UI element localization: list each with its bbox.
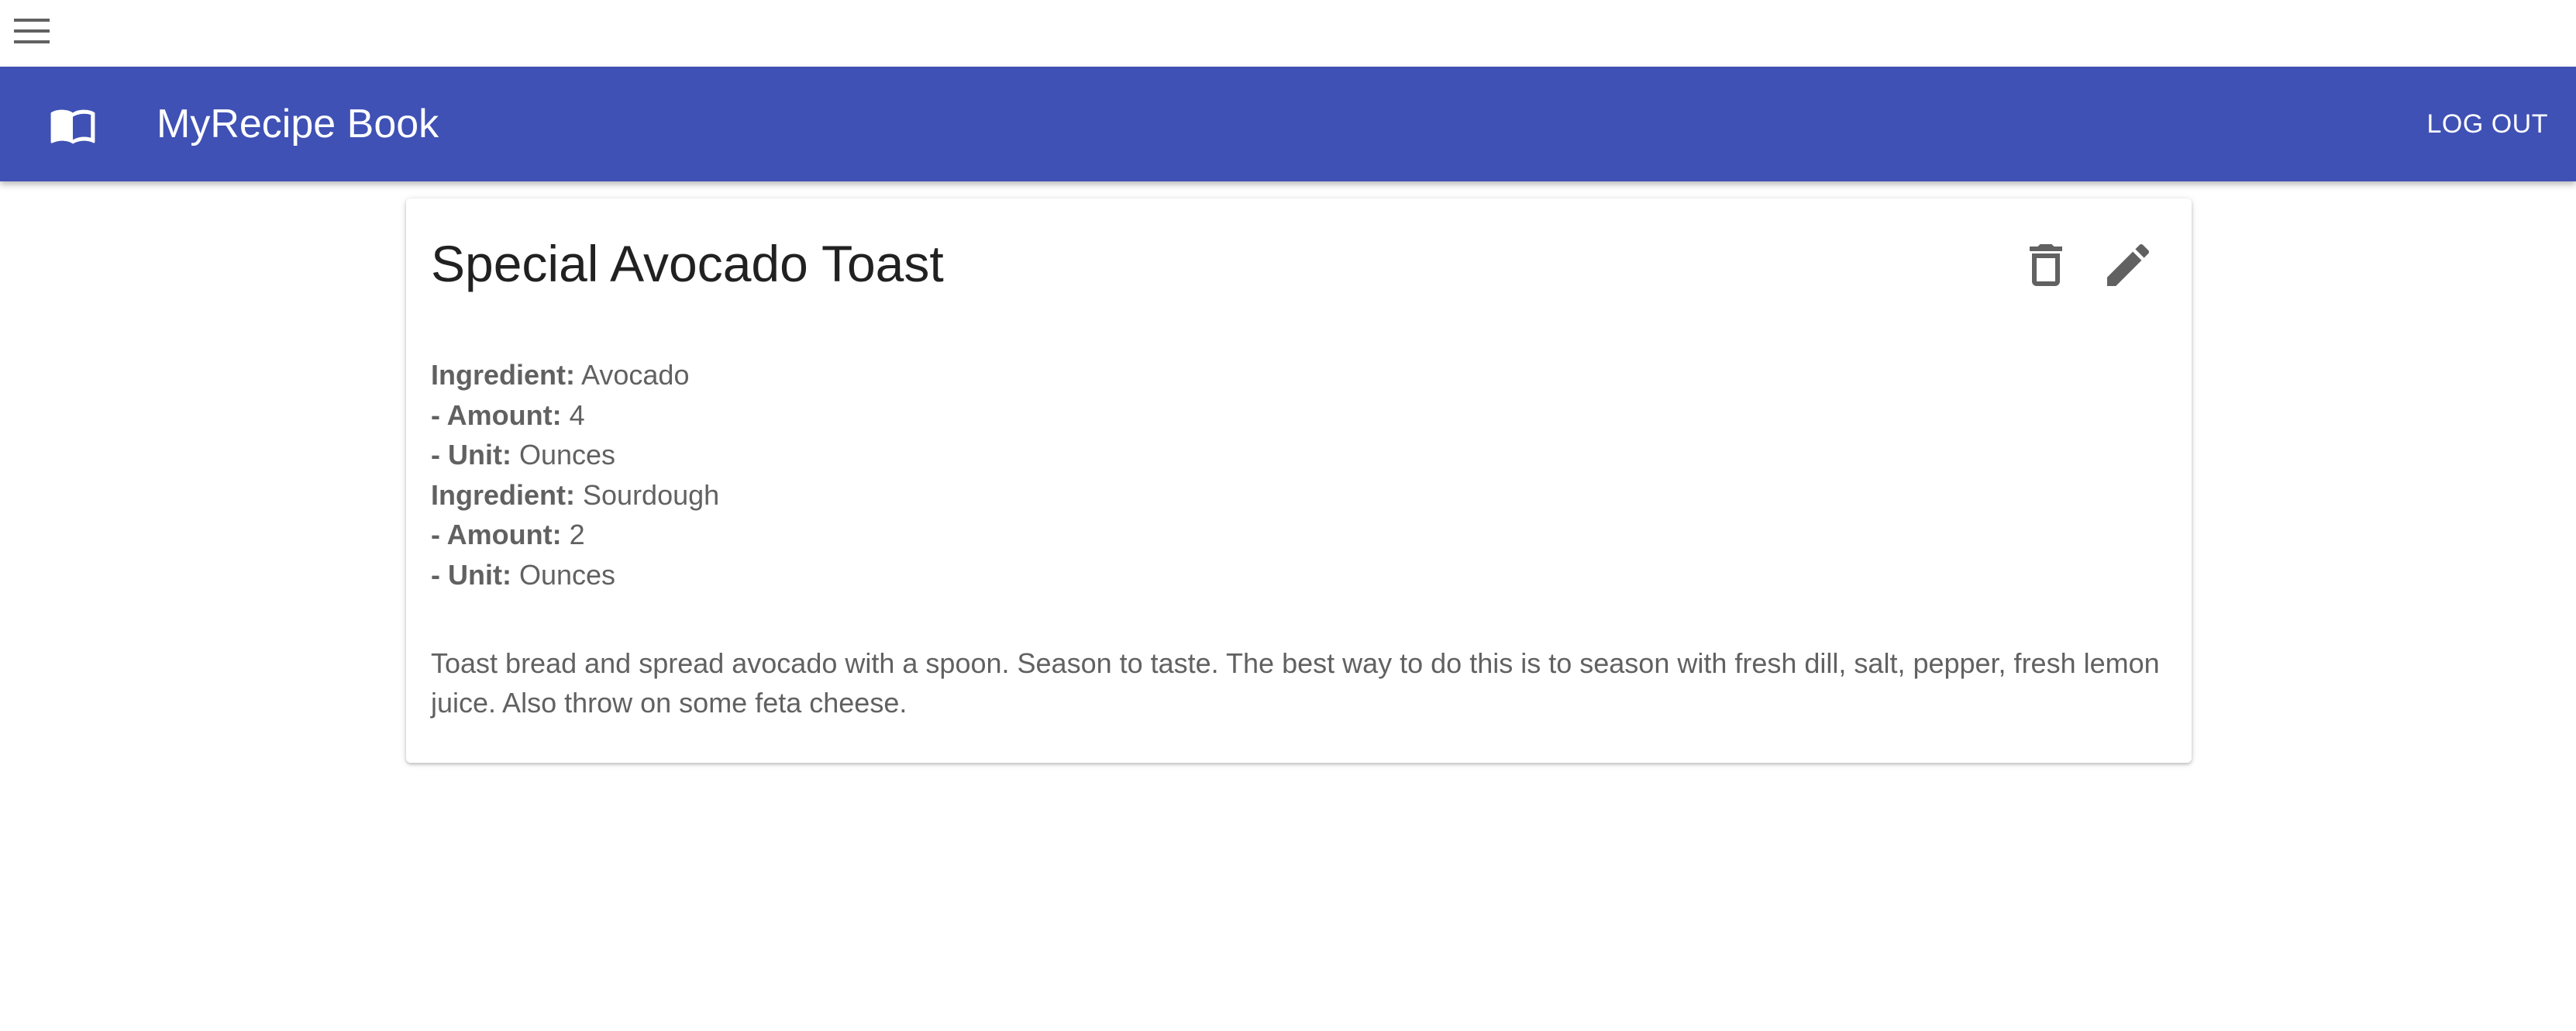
logout-button[interactable]: LOG OUT — [2422, 104, 2553, 144]
ingredient-line: Ingredient: Sourdough — [431, 475, 719, 516]
unit-label: - Unit: — [431, 439, 511, 471]
app-title: MyRecipe Book — [157, 102, 439, 147]
unit-line: - Unit: Ounces — [431, 555, 719, 595]
ingredients-list: Ingredient: Avocado - Amount: 4 - Unit: … — [431, 355, 719, 595]
amount-label: - Amount: — [431, 398, 562, 431]
recipe-card: Special Avocado Toast Ingredient: Avocad… — [406, 198, 2192, 763]
amount-line: - Amount: 4 — [431, 395, 719, 436]
ingredient-unit: Ounces — [518, 439, 616, 471]
pencil-icon — [2107, 243, 2150, 286]
edit-button[interactable] — [2100, 237, 2156, 293]
app-bar: MyRecipe Book LOG OUT — [0, 67, 2576, 181]
ingredient-amount: 4 — [569, 398, 585, 431]
ingredient-amount: 2 — [569, 519, 585, 550]
amount-label: - Amount: — [431, 519, 562, 550]
amount-line: - Amount: 2 — [431, 515, 719, 555]
menu-button[interactable] — [11, 14, 56, 48]
unit-label: - Unit: — [431, 558, 511, 591]
ingredient-label: Ingredient: — [431, 478, 575, 511]
open-book-icon — [50, 109, 95, 144]
top-strip — [0, 0, 2576, 67]
ingredient-line: Ingredient: Avocado — [431, 355, 719, 395]
ingredient-label: Ingredient: — [431, 359, 575, 391]
recipe-title: Special Avocado Toast — [431, 235, 944, 292]
ingredient-name: Sourdough — [583, 478, 720, 511]
hamburger-menu-icon — [14, 19, 50, 43]
unit-line: - Unit: Ounces — [431, 435, 719, 475]
recipe-instructions: Toast bread and spread avocado with a sp… — [431, 647, 2160, 719]
ingredient-unit: Ounces — [518, 558, 616, 591]
ingredient-name: Avocado — [581, 359, 690, 391]
trash-icon — [2030, 244, 2062, 286]
delete-button[interactable] — [2018, 237, 2074, 293]
